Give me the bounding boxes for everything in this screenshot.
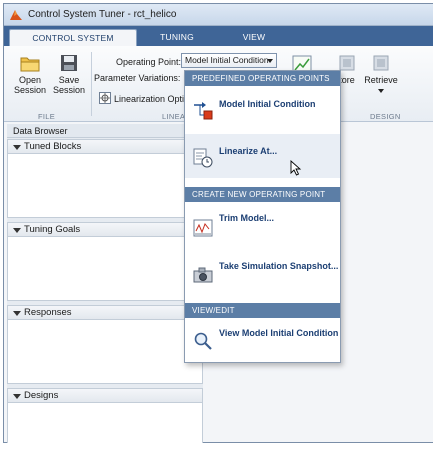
responses-list[interactable] — [7, 320, 203, 384]
open-label-2: Session — [13, 85, 47, 95]
model-initial-condition-icon — [194, 102, 213, 120]
data-browser-title: Data Browser — [7, 124, 203, 138]
tuned-blocks-list[interactable] — [7, 154, 203, 218]
view-edit-header: VIEW/EDIT — [185, 303, 340, 318]
collapse-arrow-icon — [13, 145, 21, 150]
linearize-at-clock-icon — [193, 148, 213, 168]
retrieve-chevron-icon — [378, 89, 384, 93]
store-label: tore — [339, 75, 355, 85]
tuning-goals-label: Tuning Goals — [24, 224, 81, 235]
parameter-variations-label: Parameter Variations: — [94, 73, 181, 83]
menu-item-trim-model[interactable]: Trim Model... — [185, 203, 340, 247]
collapse-arrow-icon — [13, 394, 21, 399]
save-label-1: Save — [58, 75, 80, 85]
create-new-operating-point-header: CREATE NEW OPERATING POINT — [185, 187, 340, 202]
app-window: Control System Tuner - rct_helico CONTRO… — [3, 3, 433, 443]
designs-label: Designs — [24, 390, 59, 401]
menu-item-linearize-at[interactable]: Linearize At... — [185, 134, 340, 178]
designs-header[interactable]: Designs — [7, 388, 203, 403]
retrieve-icon — [373, 55, 389, 71]
mouse-cursor-icon — [290, 160, 302, 176]
matlab-logo-icon — [10, 10, 22, 20]
responses-label: Responses — [24, 307, 72, 318]
open-label-1: Open — [18, 75, 42, 85]
operating-point-dropdown[interactable]: Model Initial Condition — [181, 53, 277, 68]
magnifier-icon — [194, 332, 212, 350]
view-model-initial-condition-label: View Model Initial Condition — [219, 328, 339, 338]
tab-strip: CONTROL SYSTEM TUNING VIEW — [4, 26, 433, 46]
design-section-label: DESIGN — [370, 112, 401, 121]
folder-icon — [20, 57, 40, 72]
linearization-icon — [99, 92, 111, 104]
operating-point-value: Model Initial Condition — [185, 55, 269, 65]
data-browser-panel: Data Browser Tuned Blocks Tuning Goals R… — [7, 124, 203, 443]
take-simulation-snapshot-label: Take Simulation Snapshot... — [219, 261, 339, 271]
tuning-goals-list[interactable] — [7, 237, 203, 301]
floppy-disk-icon — [61, 55, 77, 71]
tab-view[interactable]: VIEW — [214, 29, 294, 46]
menu-item-view-model-initial-condition[interactable]: View Model Initial Condition — [185, 319, 340, 362]
retrieve-label: Retrieve — [364, 75, 398, 85]
camera-snapshot-icon — [193, 267, 213, 283]
tuned-blocks-label: Tuned Blocks — [24, 141, 82, 152]
retrieve-design-button[interactable]: Retrieve — [361, 54, 401, 95]
linearize-at-label: Linearize At... — [219, 146, 278, 156]
responses-header[interactable]: Responses — [7, 305, 203, 320]
screenshot-stage: Control System Tuner - rct_helico CONTRO… — [0, 0, 433, 456]
open-session-button[interactable]: Open Session — [12, 54, 48, 95]
dropdown-arrow-icon — [267, 59, 273, 63]
model-initial-condition-label: Model Initial Condition — [219, 99, 316, 109]
tab-tuning[interactable]: TUNING — [144, 29, 210, 46]
trim-model-icon — [193, 219, 213, 237]
collapse-arrow-icon — [13, 311, 21, 316]
tuning-goals-header[interactable]: Tuning Goals — [7, 222, 203, 237]
title-bar: Control System Tuner - rct_helico — [4, 4, 433, 26]
operating-point-menu: PREDEFINED OPERATING POINTS Model Initia… — [184, 70, 341, 363]
tab-control-system[interactable]: CONTROL SYSTEM — [9, 29, 137, 46]
linearization-section-label: LINEA — [162, 112, 186, 121]
linearization-options-label: Linearization Opti — [114, 94, 185, 104]
menu-item-model-initial-condition[interactable]: Model Initial Condition — [185, 87, 340, 131]
trim-model-label: Trim Model... — [219, 213, 275, 223]
file-section-label: FILE — [38, 112, 56, 121]
window-title: Control System Tuner - rct_helico — [28, 9, 177, 20]
save-session-button[interactable]: Save Session — [50, 54, 88, 95]
linearization-options-button[interactable]: Linearization Opti — [99, 92, 184, 104]
save-label-2: Session — [52, 85, 86, 95]
ribbon-separator — [91, 52, 92, 116]
operating-point-label: Operating Point: — [116, 57, 182, 67]
tuned-blocks-header[interactable]: Tuned Blocks — [7, 139, 203, 154]
designs-list[interactable] — [7, 403, 203, 443]
predefined-operating-points-header: PREDEFINED OPERATING POINTS — [185, 71, 340, 86]
collapse-arrow-icon — [13, 228, 21, 233]
menu-item-take-simulation-snapshot[interactable]: Take Simulation Snapshot... — [185, 251, 340, 295]
